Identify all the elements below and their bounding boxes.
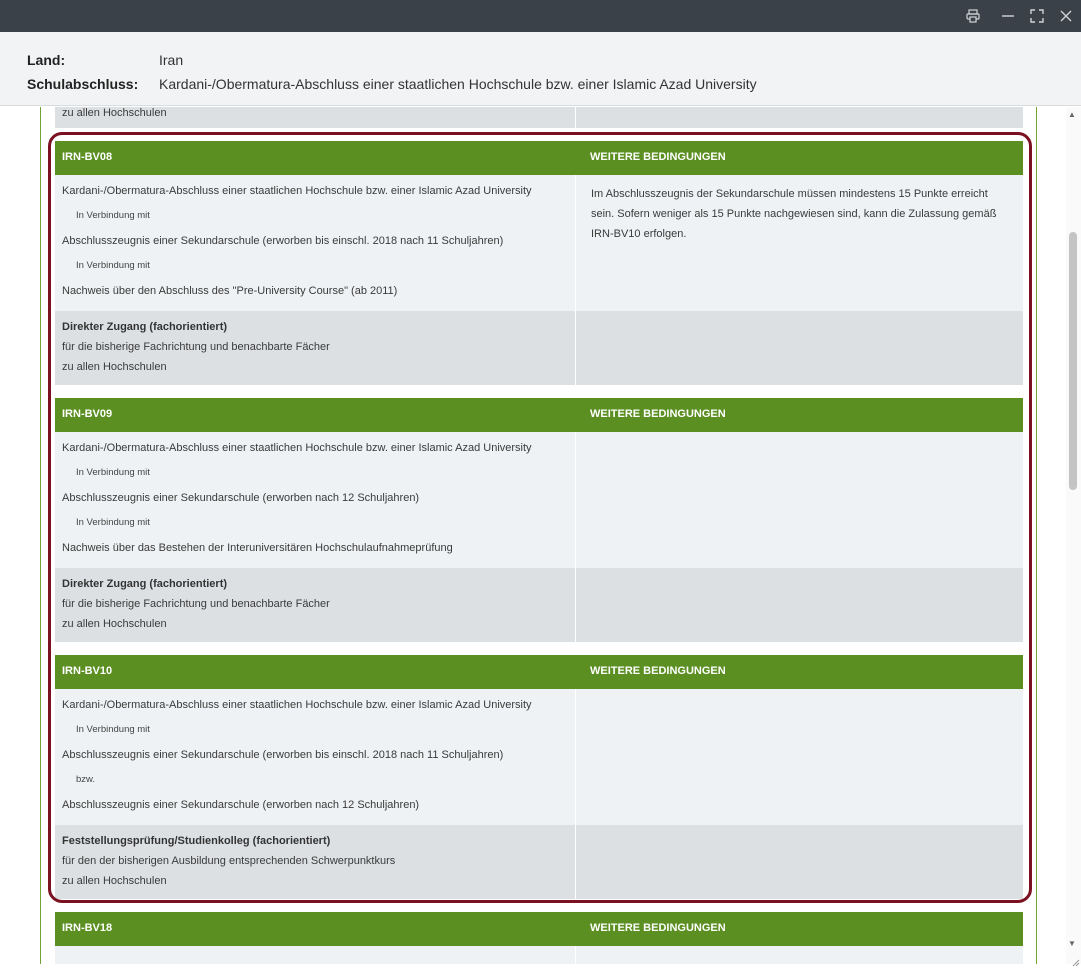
highlight-frame xyxy=(48,132,1032,903)
previous-access-line: zu allen Hochschulen xyxy=(62,107,167,119)
right-border-line xyxy=(1036,107,1037,964)
block-header: IRN-BV18 WEITERE BEDINGUNGEN xyxy=(55,912,1023,946)
previous-block-tail: zu allen Hochschulen xyxy=(55,107,1023,128)
close-icon[interactable] xyxy=(1056,6,1076,26)
schulabschluss-label: Schulabschluss: xyxy=(27,76,139,92)
block-code: IRN-BV18 xyxy=(62,922,113,934)
land-label: Land: xyxy=(27,52,66,68)
header-panel: Land: Iran Schulabschluss: Kardani-/Ober… xyxy=(0,32,1081,106)
scroll-up-icon[interactable]: ▲ xyxy=(1068,110,1076,119)
minimize-icon[interactable] xyxy=(998,6,1018,26)
block-irn-bv18: IRN-BV18 WEITERE BEDINGUNGEN xyxy=(55,912,1023,964)
print-icon[interactable] xyxy=(963,6,983,26)
land-value: Iran xyxy=(159,52,184,68)
conditions-heading: WEITERE BEDINGUNGEN xyxy=(590,922,726,934)
resize-grip-icon[interactable] xyxy=(1070,954,1080,967)
scrollbar-thumb[interactable] xyxy=(1069,232,1077,490)
left-border-line xyxy=(40,107,41,964)
maximize-icon[interactable] xyxy=(1027,6,1047,26)
scroll-down-icon[interactable]: ▼ xyxy=(1068,939,1076,948)
schulabschluss-value: Kardani-/Obermatura-Abschluss einer staa… xyxy=(159,76,757,92)
window-titlebar xyxy=(0,0,1081,32)
